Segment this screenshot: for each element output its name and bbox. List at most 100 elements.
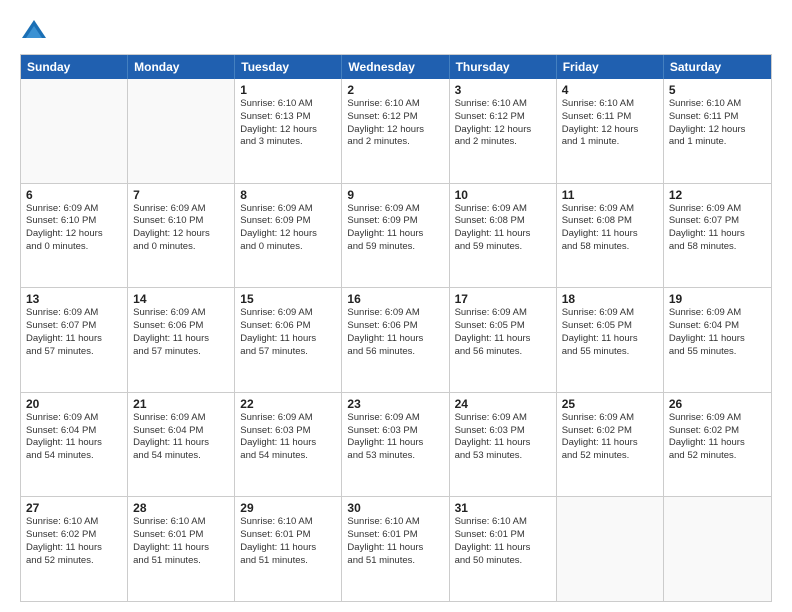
page: SundayMondayTuesdayWednesdayThursdayFrid…: [0, 0, 792, 612]
calendar-cell: 26Sunrise: 6:09 AM Sunset: 6:02 PM Dayli…: [664, 393, 771, 497]
cell-info: Sunrise: 6:09 AM Sunset: 6:07 PM Dayligh…: [26, 307, 122, 358]
calendar-cell: 12Sunrise: 6:09 AM Sunset: 6:07 PM Dayli…: [664, 184, 771, 288]
header-day: Sunday: [21, 55, 128, 79]
calendar-row: 20Sunrise: 6:09 AM Sunset: 6:04 PM Dayli…: [21, 392, 771, 497]
day-number: 19: [669, 292, 766, 306]
calendar-row: 13Sunrise: 6:09 AM Sunset: 6:07 PM Dayli…: [21, 287, 771, 392]
cell-info: Sunrise: 6:09 AM Sunset: 6:06 PM Dayligh…: [133, 307, 229, 358]
day-number: 5: [669, 83, 766, 97]
header: [20, 18, 772, 46]
calendar-cell: [557, 497, 664, 601]
day-number: 29: [240, 501, 336, 515]
calendar-row: 1Sunrise: 6:10 AM Sunset: 6:13 PM Daylig…: [21, 79, 771, 183]
calendar-cell: 3Sunrise: 6:10 AM Sunset: 6:12 PM Daylig…: [450, 79, 557, 183]
calendar-cell: 5Sunrise: 6:10 AM Sunset: 6:11 PM Daylig…: [664, 79, 771, 183]
calendar-cell: 23Sunrise: 6:09 AM Sunset: 6:03 PM Dayli…: [342, 393, 449, 497]
calendar-cell: 15Sunrise: 6:09 AM Sunset: 6:06 PM Dayli…: [235, 288, 342, 392]
day-number: 26: [669, 397, 766, 411]
cell-info: Sunrise: 6:09 AM Sunset: 6:02 PM Dayligh…: [562, 412, 658, 463]
cell-info: Sunrise: 6:09 AM Sunset: 6:10 PM Dayligh…: [26, 203, 122, 254]
logo-icon: [20, 18, 48, 46]
cell-info: Sunrise: 6:09 AM Sunset: 6:05 PM Dayligh…: [455, 307, 551, 358]
calendar-row: 27Sunrise: 6:10 AM Sunset: 6:02 PM Dayli…: [21, 496, 771, 601]
day-number: 1: [240, 83, 336, 97]
cell-info: Sunrise: 6:09 AM Sunset: 6:03 PM Dayligh…: [347, 412, 443, 463]
calendar-cell: 29Sunrise: 6:10 AM Sunset: 6:01 PM Dayli…: [235, 497, 342, 601]
cell-info: Sunrise: 6:10 AM Sunset: 6:02 PM Dayligh…: [26, 516, 122, 567]
cell-info: Sunrise: 6:09 AM Sunset: 6:06 PM Dayligh…: [347, 307, 443, 358]
cell-info: Sunrise: 6:10 AM Sunset: 6:12 PM Dayligh…: [455, 98, 551, 149]
cell-info: Sunrise: 6:10 AM Sunset: 6:13 PM Dayligh…: [240, 98, 336, 149]
calendar-cell: 18Sunrise: 6:09 AM Sunset: 6:05 PM Dayli…: [557, 288, 664, 392]
day-number: 9: [347, 188, 443, 202]
cell-info: Sunrise: 6:10 AM Sunset: 6:01 PM Dayligh…: [133, 516, 229, 567]
day-number: 8: [240, 188, 336, 202]
header-day: Wednesday: [342, 55, 449, 79]
cell-info: Sunrise: 6:09 AM Sunset: 6:08 PM Dayligh…: [455, 203, 551, 254]
day-number: 3: [455, 83, 551, 97]
cell-info: Sunrise: 6:09 AM Sunset: 6:03 PM Dayligh…: [455, 412, 551, 463]
day-number: 13: [26, 292, 122, 306]
calendar-cell: 20Sunrise: 6:09 AM Sunset: 6:04 PM Dayli…: [21, 393, 128, 497]
day-number: 12: [669, 188, 766, 202]
cell-info: Sunrise: 6:09 AM Sunset: 6:04 PM Dayligh…: [26, 412, 122, 463]
cell-info: Sunrise: 6:09 AM Sunset: 6:02 PM Dayligh…: [669, 412, 766, 463]
cell-info: Sunrise: 6:09 AM Sunset: 6:05 PM Dayligh…: [562, 307, 658, 358]
calendar-cell: 9Sunrise: 6:09 AM Sunset: 6:09 PM Daylig…: [342, 184, 449, 288]
cell-info: Sunrise: 6:09 AM Sunset: 6:07 PM Dayligh…: [669, 203, 766, 254]
calendar-cell: 6Sunrise: 6:09 AM Sunset: 6:10 PM Daylig…: [21, 184, 128, 288]
calendar-row: 6Sunrise: 6:09 AM Sunset: 6:10 PM Daylig…: [21, 183, 771, 288]
calendar-cell: 27Sunrise: 6:10 AM Sunset: 6:02 PM Dayli…: [21, 497, 128, 601]
header-day: Friday: [557, 55, 664, 79]
calendar-cell: 30Sunrise: 6:10 AM Sunset: 6:01 PM Dayli…: [342, 497, 449, 601]
cell-info: Sunrise: 6:09 AM Sunset: 6:03 PM Dayligh…: [240, 412, 336, 463]
calendar-cell: 14Sunrise: 6:09 AM Sunset: 6:06 PM Dayli…: [128, 288, 235, 392]
day-number: 4: [562, 83, 658, 97]
calendar-cell: 13Sunrise: 6:09 AM Sunset: 6:07 PM Dayli…: [21, 288, 128, 392]
calendar-cell: 4Sunrise: 6:10 AM Sunset: 6:11 PM Daylig…: [557, 79, 664, 183]
day-number: 22: [240, 397, 336, 411]
day-number: 23: [347, 397, 443, 411]
day-number: 7: [133, 188, 229, 202]
day-number: 2: [347, 83, 443, 97]
calendar-cell: 22Sunrise: 6:09 AM Sunset: 6:03 PM Dayli…: [235, 393, 342, 497]
day-number: 16: [347, 292, 443, 306]
cell-info: Sunrise: 6:10 AM Sunset: 6:01 PM Dayligh…: [455, 516, 551, 567]
calendar-cell: 10Sunrise: 6:09 AM Sunset: 6:08 PM Dayli…: [450, 184, 557, 288]
cell-info: Sunrise: 6:10 AM Sunset: 6:01 PM Dayligh…: [347, 516, 443, 567]
day-number: 10: [455, 188, 551, 202]
calendar-cell: [128, 79, 235, 183]
logo: [20, 18, 52, 46]
cell-info: Sunrise: 6:09 AM Sunset: 6:10 PM Dayligh…: [133, 203, 229, 254]
cell-info: Sunrise: 6:09 AM Sunset: 6:04 PM Dayligh…: [133, 412, 229, 463]
calendar-cell: 28Sunrise: 6:10 AM Sunset: 6:01 PM Dayli…: [128, 497, 235, 601]
cell-info: Sunrise: 6:09 AM Sunset: 6:08 PM Dayligh…: [562, 203, 658, 254]
calendar-header: SundayMondayTuesdayWednesdayThursdayFrid…: [21, 55, 771, 79]
calendar-cell: 16Sunrise: 6:09 AM Sunset: 6:06 PM Dayli…: [342, 288, 449, 392]
day-number: 6: [26, 188, 122, 202]
calendar-cell: 19Sunrise: 6:09 AM Sunset: 6:04 PM Dayli…: [664, 288, 771, 392]
cell-info: Sunrise: 6:09 AM Sunset: 6:09 PM Dayligh…: [347, 203, 443, 254]
header-day: Thursday: [450, 55, 557, 79]
cell-info: Sunrise: 6:09 AM Sunset: 6:09 PM Dayligh…: [240, 203, 336, 254]
calendar-cell: 1Sunrise: 6:10 AM Sunset: 6:13 PM Daylig…: [235, 79, 342, 183]
day-number: 27: [26, 501, 122, 515]
calendar-cell: 11Sunrise: 6:09 AM Sunset: 6:08 PM Dayli…: [557, 184, 664, 288]
day-number: 17: [455, 292, 551, 306]
calendar-cell: 8Sunrise: 6:09 AM Sunset: 6:09 PM Daylig…: [235, 184, 342, 288]
calendar-cell: 2Sunrise: 6:10 AM Sunset: 6:12 PM Daylig…: [342, 79, 449, 183]
cell-info: Sunrise: 6:10 AM Sunset: 6:11 PM Dayligh…: [562, 98, 658, 149]
day-number: 14: [133, 292, 229, 306]
calendar-cell: 17Sunrise: 6:09 AM Sunset: 6:05 PM Dayli…: [450, 288, 557, 392]
calendar-cell: 24Sunrise: 6:09 AM Sunset: 6:03 PM Dayli…: [450, 393, 557, 497]
cell-info: Sunrise: 6:10 AM Sunset: 6:11 PM Dayligh…: [669, 98, 766, 149]
day-number: 15: [240, 292, 336, 306]
header-day: Tuesday: [235, 55, 342, 79]
cell-info: Sunrise: 6:10 AM Sunset: 6:01 PM Dayligh…: [240, 516, 336, 567]
calendar: SundayMondayTuesdayWednesdayThursdayFrid…: [20, 54, 772, 602]
calendar-cell: 7Sunrise: 6:09 AM Sunset: 6:10 PM Daylig…: [128, 184, 235, 288]
day-number: 25: [562, 397, 658, 411]
day-number: 31: [455, 501, 551, 515]
calendar-cell: 21Sunrise: 6:09 AM Sunset: 6:04 PM Dayli…: [128, 393, 235, 497]
header-day: Saturday: [664, 55, 771, 79]
